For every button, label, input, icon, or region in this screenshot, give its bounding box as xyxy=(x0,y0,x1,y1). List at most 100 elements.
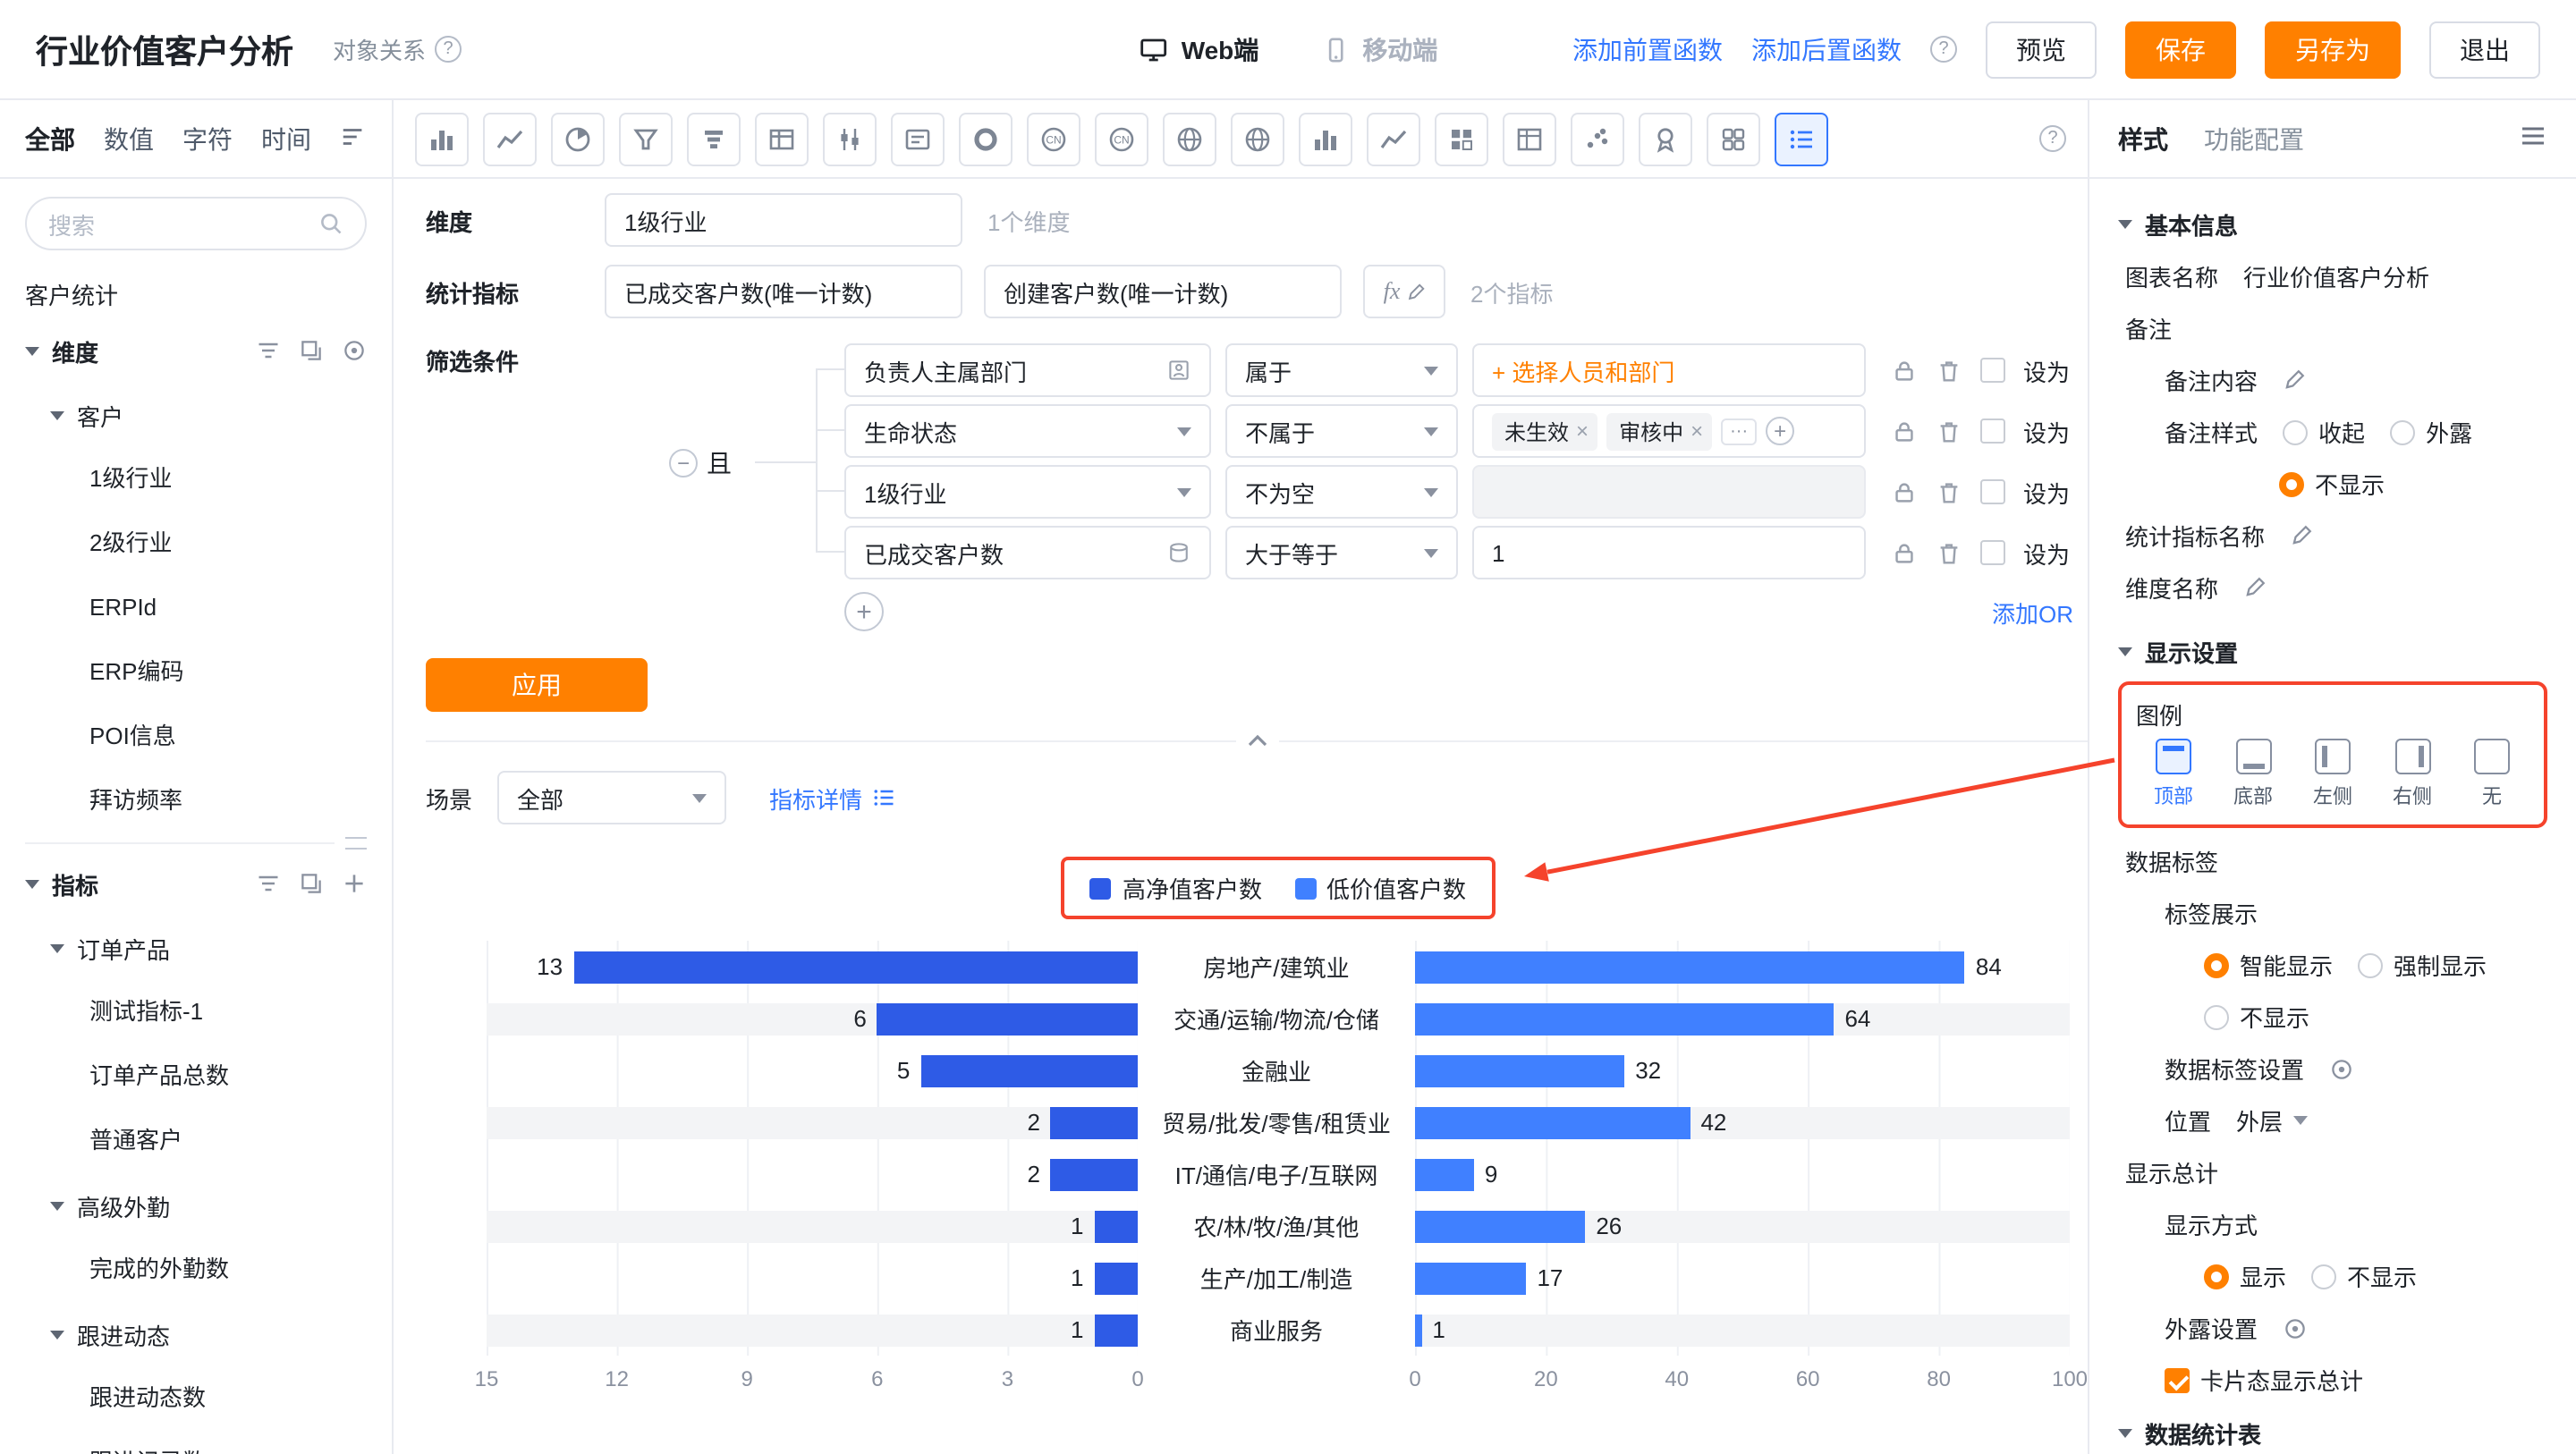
delete-icon[interactable] xyxy=(1936,539,1962,566)
tab-number-fields[interactable]: 数值 xyxy=(104,121,154,156)
filter-operator-select[interactable]: 大于等于 xyxy=(1225,526,1458,579)
donut-chart-icon[interactable] xyxy=(959,112,1013,165)
tree-item[interactable]: 普通客户 xyxy=(25,1109,367,1173)
set-as-checkbox[interactable] xyxy=(1980,358,2005,383)
apply-button[interactable]: 应用 xyxy=(426,658,648,712)
help-icon[interactable] xyxy=(435,36,462,63)
set-as-checkbox[interactable] xyxy=(1980,418,2005,444)
scatter-chart-icon[interactable] xyxy=(1571,112,1624,165)
set-as-checkbox[interactable] xyxy=(1980,540,2005,565)
filter-value-picker[interactable]: + 选择人员和部门 xyxy=(1472,343,1866,397)
panel-menu-icon[interactable] xyxy=(2519,122,2547,156)
radio-remark-hide[interactable]: 不显示 xyxy=(2279,467,2385,501)
object-relation[interactable]: 对象关系 xyxy=(333,32,462,66)
filter-operator-select[interactable]: 属于 xyxy=(1225,343,1458,397)
section-dimensions[interactable]: 维度 xyxy=(25,318,367,383)
lock-icon[interactable] xyxy=(1891,418,1918,444)
tree-item[interactable]: 跟进记录数 xyxy=(25,1431,367,1454)
tree-item[interactable]: 拜访频率 xyxy=(25,769,367,833)
legend-item[interactable]: 低价值客户数 xyxy=(1294,871,1466,905)
edit-pencil-icon[interactable] xyxy=(2290,524,2313,547)
metric-field-input[interactable]: 创建客户数(唯一计数) xyxy=(984,265,1342,318)
settings-target-icon[interactable] xyxy=(2283,1315,2308,1340)
bar-chart-icon[interactable] xyxy=(415,112,469,165)
remove-tag-icon[interactable] xyxy=(1576,418,1589,444)
legend-position-left[interactable]: 左侧 xyxy=(2295,739,2370,810)
world-map-icon[interactable] xyxy=(1163,112,1216,165)
legend-position-right[interactable]: 右侧 xyxy=(2375,739,2450,810)
tree-item[interactable]: 测试指标-1 xyxy=(25,980,367,1044)
settings-target-icon[interactable] xyxy=(342,338,367,363)
preview-button[interactable]: 预览 xyxy=(1986,21,2097,78)
legend-position-bottom[interactable]: 底部 xyxy=(2216,739,2291,810)
tree-item[interactable]: 1级行业 xyxy=(25,447,367,511)
globe-chart-icon[interactable] xyxy=(1231,112,1284,165)
filter-operator-select[interactable]: 不为空 xyxy=(1225,465,1458,519)
add-tag-icon[interactable] xyxy=(1766,417,1794,445)
tab-all-fields[interactable]: 全部 xyxy=(25,121,75,156)
save-as-button[interactable]: 另存为 xyxy=(2265,21,2401,78)
filter-value-input[interactable]: 1 xyxy=(1472,526,1866,579)
section-metrics[interactable]: 指标 xyxy=(25,851,367,916)
area-chart-icon[interactable] xyxy=(1367,112,1420,165)
china-map-bubble-icon[interactable]: CN xyxy=(1095,112,1148,165)
radio-force-show[interactable]: 强制显示 xyxy=(2358,948,2487,982)
tree-item[interactable]: 订单产品总数 xyxy=(25,1044,367,1109)
tree-group[interactable]: 客户 xyxy=(25,383,367,447)
chart-type-help-icon[interactable] xyxy=(2039,125,2066,152)
more-tags-button[interactable]: ··· xyxy=(1721,418,1757,444)
tree-item[interactable]: 2级行业 xyxy=(25,511,367,576)
delete-icon[interactable] xyxy=(1936,478,1962,505)
help-icon[interactable] xyxy=(1930,36,1957,63)
tab-web[interactable]: Web端 xyxy=(1139,31,1259,67)
filter-value-tags[interactable]: 未生效 审核中 ··· xyxy=(1472,404,1866,458)
add-filter-button[interactable] xyxy=(844,592,884,631)
legend-position-top[interactable]: 顶部 xyxy=(2136,739,2211,810)
remove-tag-icon[interactable] xyxy=(1690,418,1703,444)
filter-field-select[interactable]: 负责人主属部门 xyxy=(844,343,1211,397)
set-as-checkbox[interactable] xyxy=(1980,479,2005,504)
add-post-function-link[interactable]: 添加后置函数 xyxy=(1751,31,1902,67)
table-chart-icon[interactable] xyxy=(755,112,809,165)
rank-chart-icon[interactable] xyxy=(1639,112,1692,165)
metric-detail-link[interactable]: 指标详情 xyxy=(769,781,896,815)
legend-item[interactable]: 高净值客户数 xyxy=(1090,871,1262,905)
radio-remark-expose[interactable]: 外露 xyxy=(2390,415,2472,449)
tab-function-config[interactable]: 功能配置 xyxy=(2204,121,2304,156)
search-input[interactable]: 搜索 xyxy=(25,197,367,250)
filter-fields-icon[interactable] xyxy=(256,871,281,896)
candlestick-chart-icon[interactable] xyxy=(823,112,877,165)
card-grid-icon[interactable] xyxy=(1707,112,1760,165)
batch-copy-icon[interactable] xyxy=(299,338,324,363)
china-map-icon[interactable]: CN xyxy=(1027,112,1080,165)
matrix-chart-icon[interactable] xyxy=(1435,112,1488,165)
legend-position-none[interactable]: 无 xyxy=(2454,739,2529,810)
save-button[interactable]: 保存 xyxy=(2125,21,2236,78)
histogram-chart-icon[interactable] xyxy=(1299,112,1352,165)
tree-item[interactable]: 完成的外勤数 xyxy=(25,1238,367,1302)
tree-group[interactable]: 高级外勤 xyxy=(25,1173,367,1238)
scene-select[interactable]: 全部 xyxy=(497,771,726,824)
settings-target-icon[interactable] xyxy=(2329,1056,2354,1081)
tree-group[interactable]: 跟进动态 xyxy=(25,1302,367,1366)
card-total-checkbox-item[interactable]: 卡片态显示总计 xyxy=(2165,1363,2363,1397)
tree-item[interactable]: 跟进动态数 xyxy=(25,1366,367,1431)
line-chart-icon[interactable] xyxy=(483,112,537,165)
tree-item[interactable]: ERP编码 xyxy=(25,640,367,705)
dimension-field-input[interactable]: 1级行业 xyxy=(605,193,962,247)
radio-label-hide[interactable]: 不显示 xyxy=(2204,1000,2309,1034)
pyramid-chart-icon[interactable] xyxy=(687,112,741,165)
tab-time-fields[interactable]: 时间 xyxy=(261,121,311,156)
tab-text-fields[interactable]: 字符 xyxy=(182,121,233,156)
bidirectional-bar-icon[interactable] xyxy=(1775,112,1828,165)
card-view-icon[interactable] xyxy=(891,112,945,165)
radio-total-show[interactable]: 显示 xyxy=(2204,1259,2286,1293)
tree-item[interactable]: ERPId xyxy=(25,576,367,640)
edit-pencil-icon[interactable] xyxy=(2243,576,2267,599)
filter-field-select[interactable]: 已成交客户数 xyxy=(844,526,1211,579)
add-or-link[interactable]: 添加OR xyxy=(1992,595,2073,629)
collapse-group-icon[interactable] xyxy=(669,449,698,478)
radio-total-hide[interactable]: 不显示 xyxy=(2311,1259,2417,1293)
tree-group[interactable]: 订单产品 xyxy=(25,916,367,980)
pie-chart-icon[interactable] xyxy=(551,112,605,165)
